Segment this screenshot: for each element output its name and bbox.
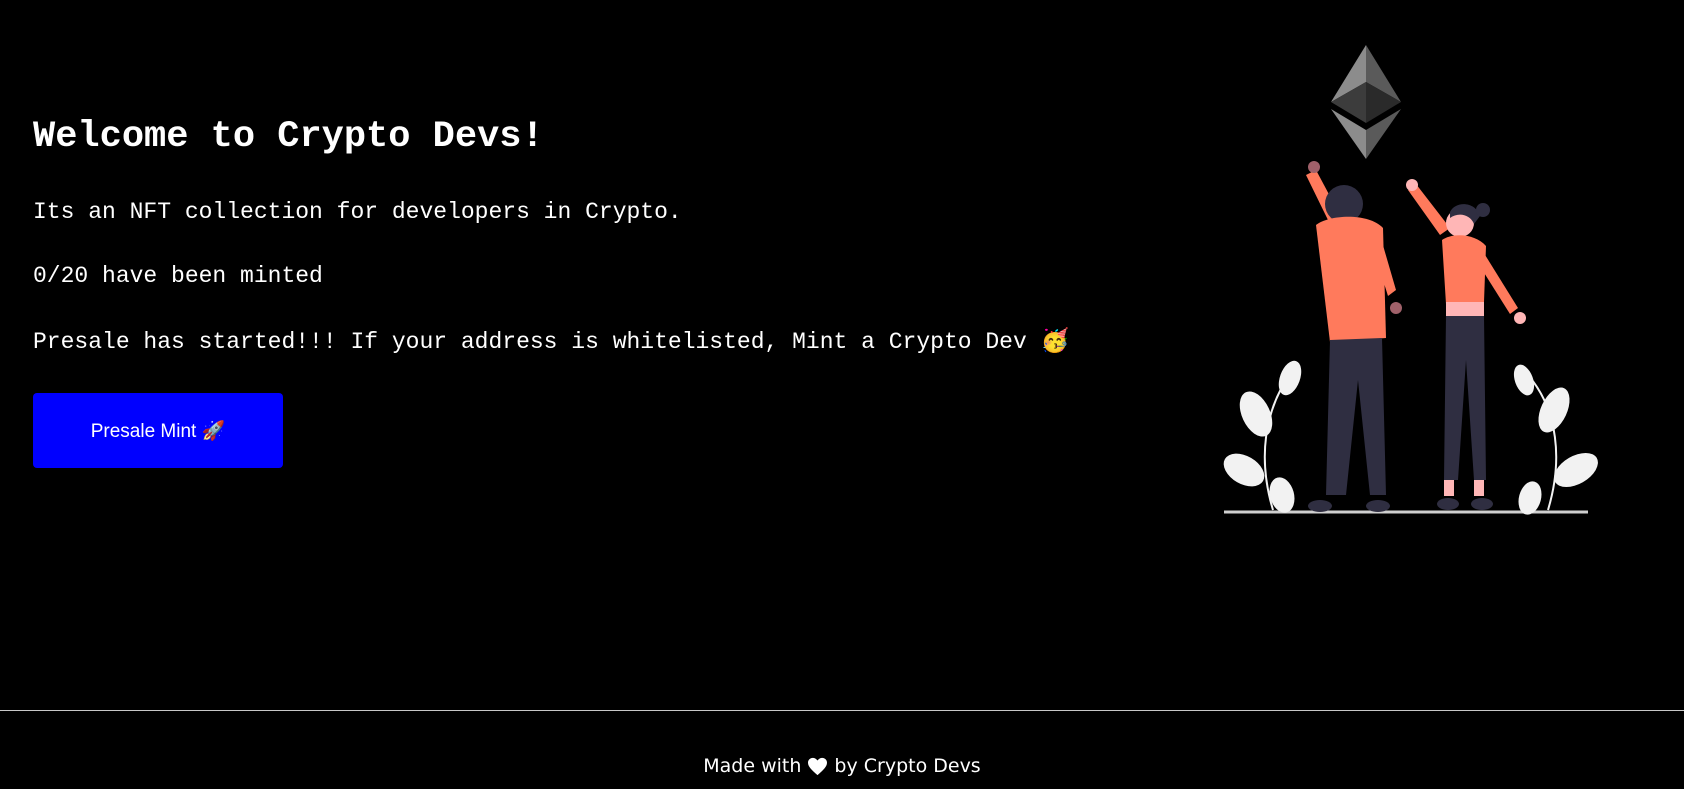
heart-icon: [807, 757, 828, 776]
collection-description: Its an NFT collection for developers in …: [33, 199, 682, 225]
minted-status: 0/20 have been minted: [33, 263, 323, 289]
page: Welcome to Crypto Devs! Its an NFT colle…: [0, 0, 1684, 789]
footer-suffix: by Crypto Devs: [834, 755, 981, 777]
page-title: Welcome to Crypto Devs!: [33, 116, 544, 158]
right-plant-icon: [1513, 364, 1598, 515]
person-woman-figure: [1406, 179, 1526, 510]
footer-prefix: Made with: [703, 755, 802, 777]
presale-message: Presale has started!!! If your address i…: [33, 329, 1070, 355]
ethereum-logo-icon: [1331, 45, 1401, 159]
illustration-svg: [1223, 45, 1598, 515]
left-plant-icon: [1223, 360, 1302, 513]
person-man-figure: [1306, 161, 1402, 512]
presale-mint-button[interactable]: Presale Mint 🚀: [33, 393, 283, 468]
footer: Made with by Crypto Devs: [0, 710, 1684, 789]
crypto-devs-illustration: [1218, 40, 1598, 520]
footer-credit: Made with by Crypto Devs: [703, 755, 980, 777]
